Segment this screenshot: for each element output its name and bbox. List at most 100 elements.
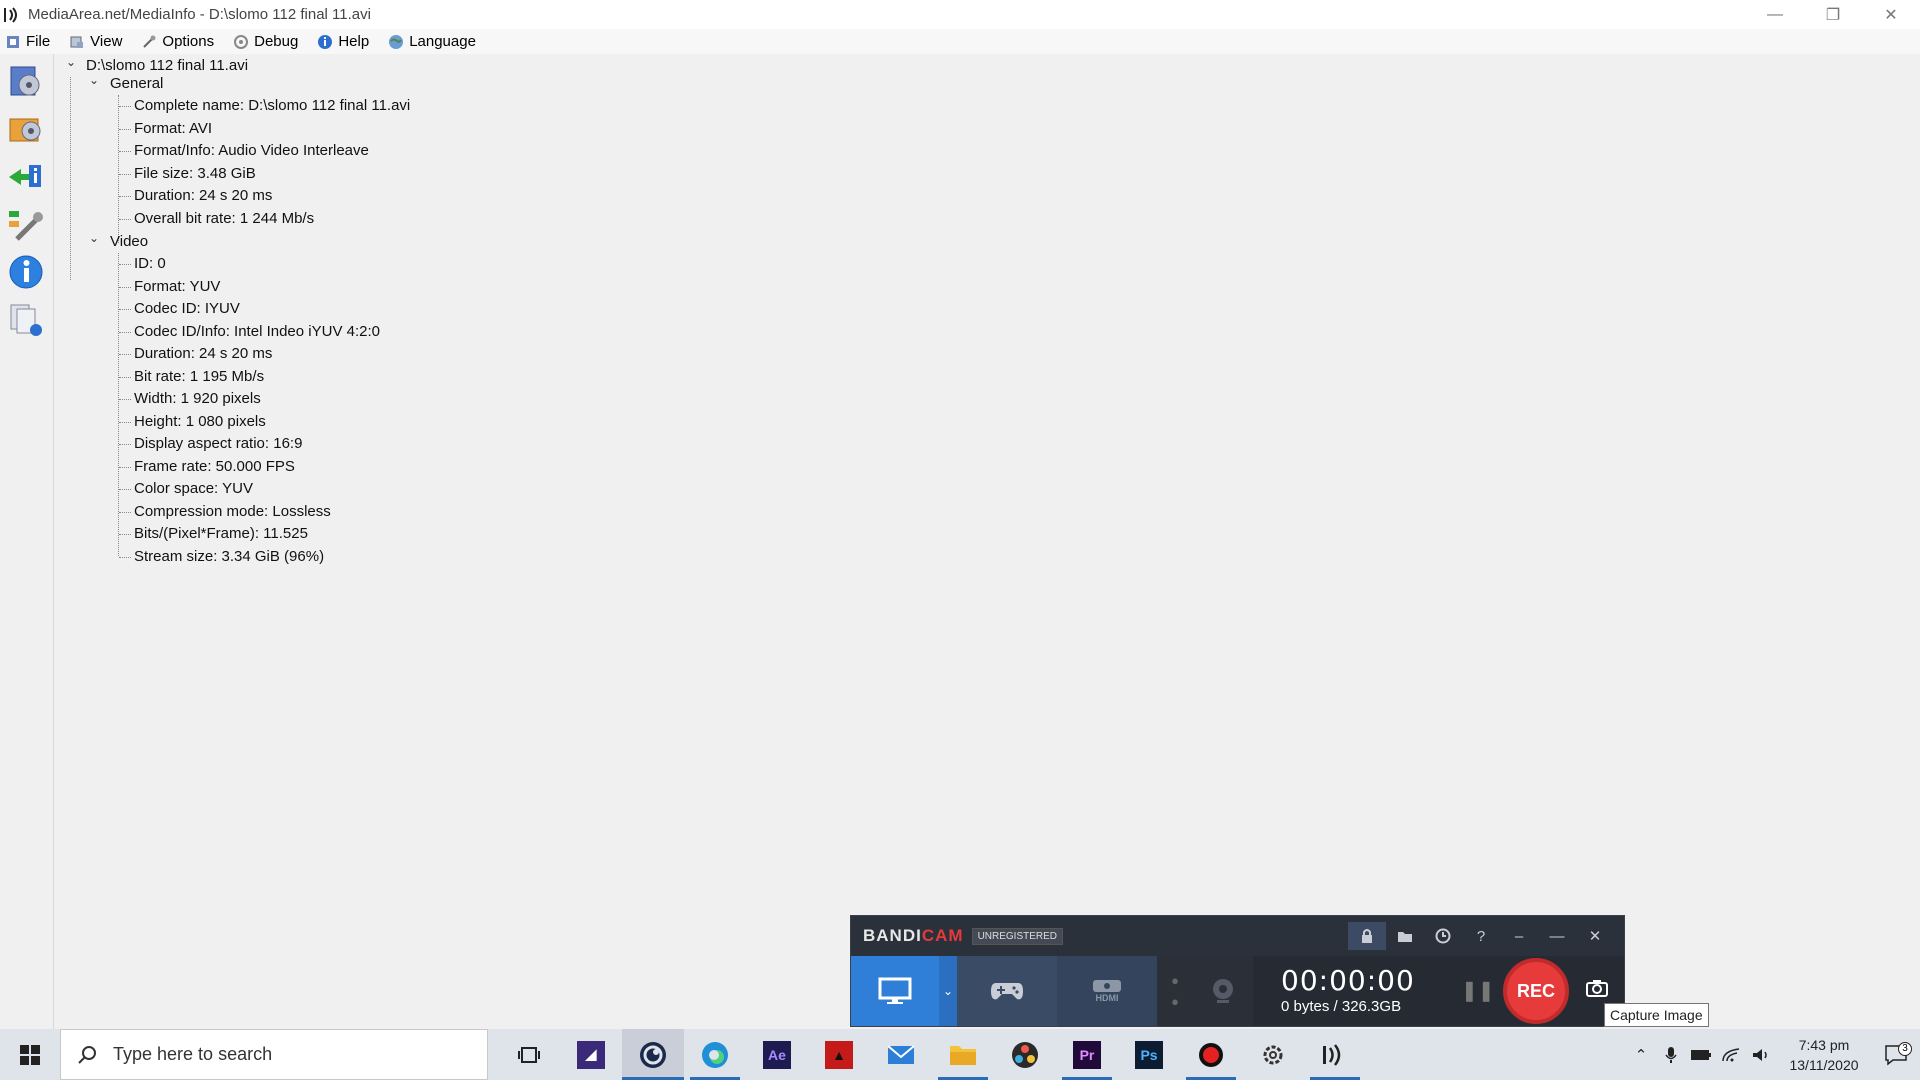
tree-connector [119, 128, 131, 130]
task-view-button[interactable] [498, 1029, 560, 1080]
tree-connector [119, 286, 131, 288]
taskbar-app-edge[interactable] [684, 1029, 746, 1080]
tree-field-item[interactable]: Bit rate: 1 195 Mb/s [134, 366, 264, 388]
collapse-icon[interactable]: – [1500, 922, 1538, 950]
tree-field-item[interactable]: Display aspect ratio: 16:9 [134, 433, 302, 455]
speaker-icon[interactable]: ● [1171, 973, 1179, 988]
taskbar-app-cinema4d[interactable] [622, 1029, 684, 1080]
tree-field-item[interactable]: Complete name: D:\slomo 112 final 11.avi [134, 95, 410, 117]
wifi-icon[interactable] [1716, 1047, 1746, 1063]
tree-field-item[interactable]: Overall bit rate: 1 244 Mb/s [134, 208, 314, 230]
sheet-tool-button[interactable] [4, 298, 48, 342]
tree-field-item[interactable]: Color space: YUV [134, 478, 253, 500]
window-title: MediaArea.net/MediaInfo - D:\slomo 112 f… [28, 6, 371, 23]
folder-explorer-icon [950, 1045, 976, 1065]
help-question-icon[interactable]: ? [1462, 922, 1500, 950]
menu-bar: File View Options Debug Help Language [0, 29, 1920, 54]
mail-icon [887, 1044, 915, 1064]
taskbar-search-box[interactable]: Type here to search [60, 1029, 488, 1080]
folder-icon[interactable] [1386, 922, 1424, 950]
open-folder-tool-button[interactable] [4, 106, 48, 150]
taskbar-clock[interactable]: 7:43 pm 13/11/2020 [1776, 1035, 1872, 1075]
open-file-tool-button[interactable] [4, 58, 48, 102]
tree-field-item[interactable]: Codec ID: IYUV [134, 298, 240, 320]
help-menu-icon [316, 33, 334, 51]
webcam-icon [1213, 979, 1233, 1003]
video-collapse-chevron-icon[interactable]: ⌄ [88, 231, 100, 253]
taskbar-app-file-explorer[interactable] [932, 1029, 994, 1080]
game-recording-mode-button[interactable] [957, 956, 1057, 1026]
bandicam-close-button[interactable]: ✕ [1576, 922, 1614, 950]
tree-connector [70, 77, 71, 280]
taskbar-app-photoshop[interactable]: Ps [1118, 1029, 1180, 1080]
minimize-button[interactable]: — [1746, 0, 1804, 29]
tree-section-video[interactable]: Video [110, 231, 148, 253]
webcam-button[interactable] [1193, 956, 1253, 1026]
taskbar-app-premiere[interactable]: Pr [1056, 1029, 1118, 1080]
search-icon [77, 1045, 99, 1065]
menu-language[interactable]: Language [383, 33, 476, 51]
tree-field-item[interactable]: Format: YUV [134, 276, 220, 298]
action-center-button[interactable]: 3 [1872, 1041, 1920, 1066]
documents-icon [10, 304, 42, 336]
taskbar-app-mediainfo[interactable] [1304, 1029, 1366, 1080]
lock-icon[interactable] [1348, 922, 1386, 950]
gamepad-icon [991, 983, 1023, 1000]
tree-field-item[interactable]: Format/Info: Audio Video Interleave [134, 140, 369, 162]
show-hidden-icons-chevron-icon[interactable]: ⌃ [1626, 1046, 1656, 1064]
tree-connector [118, 95, 119, 243]
tree-field-item[interactable]: Format: AVI [134, 118, 212, 140]
taskbar-app-avid[interactable]: ◢ [560, 1029, 622, 1080]
avid-app-icon: ◢ [577, 1040, 605, 1069]
preferences-tool-button[interactable] [4, 202, 48, 246]
tree-field-item[interactable]: File size: 3.48 GiB [134, 163, 256, 185]
taskbar-app-davinci-resolve[interactable] [994, 1029, 1056, 1080]
menu-view[interactable]: View [64, 33, 122, 51]
restore-button[interactable]: ❐ [1804, 0, 1862, 29]
tree-field-item[interactable]: Stream size: 3.34 GiB (96%) [134, 546, 324, 568]
pause-icon[interactable]: ❚❚ [1461, 978, 1495, 1003]
menu-file-label: File [26, 33, 51, 50]
battery-icon[interactable] [1686, 1049, 1716, 1061]
tree-field-item[interactable]: Width: 1 920 pixels [134, 388, 261, 410]
device-recording-mode-button[interactable]: HDMI [1057, 956, 1157, 1026]
tree-section-general[interactable]: General [110, 73, 163, 95]
tree-field-item[interactable]: Bits/(Pixel*Frame): 11.525 [134, 523, 308, 545]
open-file-icon [10, 66, 40, 96]
mode-dropdown-chevron-icon[interactable]: ⌄ [939, 956, 957, 1026]
rec-button[interactable]: REC [1503, 958, 1569, 1024]
tree-field-item[interactable]: Duration: 24 s 20 ms [134, 343, 272, 365]
microphone-icon[interactable]: ● [1171, 994, 1179, 1009]
tree-field-item[interactable]: Codec ID/Info: Intel Indeo iYUV 4:2:0 [134, 321, 380, 343]
root-collapse-chevron-icon[interactable]: ⌄ [65, 55, 77, 77]
export-tool-button[interactable] [4, 154, 48, 198]
menu-debug-label: Debug [254, 33, 299, 50]
screen-recording-mode-button[interactable] [851, 956, 939, 1026]
tree-field-item[interactable]: Height: 1 080 pixels [134, 411, 266, 433]
taskbar-app-mail[interactable] [870, 1029, 932, 1080]
microphone-tray-icon[interactable] [1656, 1046, 1686, 1064]
recording-timer: 00:00:00 [1281, 964, 1415, 997]
tree-field-item[interactable]: Compression mode: Lossless [134, 501, 331, 523]
close-button[interactable]: ✕ [1862, 0, 1920, 29]
taskbar-app-after-effects[interactable]: Ae [746, 1029, 808, 1080]
general-collapse-chevron-icon[interactable]: ⌄ [88, 73, 100, 95]
red-cine-icon: ▲ [825, 1040, 853, 1069]
camera-capture-icon[interactable] [1585, 978, 1609, 1003]
menu-help[interactable]: Help [312, 33, 369, 51]
menu-options[interactable]: Options [136, 33, 214, 51]
taskbar-app-settings[interactable] [1242, 1029, 1304, 1080]
tree-field-item[interactable]: Frame rate: 50.000 FPS [134, 456, 295, 478]
tree-field-item[interactable]: ID: 0 [134, 253, 166, 275]
taskbar-app-bandicam[interactable] [1180, 1029, 1242, 1080]
start-button[interactable] [0, 1029, 60, 1080]
tree-field-item[interactable]: Duration: 24 s 20 ms [134, 185, 272, 207]
timer-clock-icon[interactable] [1424, 922, 1462, 950]
volume-icon[interactable] [1746, 1047, 1776, 1063]
bandicam-minimize-button[interactable]: — [1538, 922, 1576, 950]
menu-file[interactable]: File [0, 33, 50, 51]
taskbar-app-red[interactable]: ▲ [808, 1029, 870, 1080]
audio-controls: ● ● [1157, 956, 1193, 1026]
menu-debug[interactable]: Debug [228, 33, 298, 51]
about-tool-button[interactable] [4, 250, 48, 294]
